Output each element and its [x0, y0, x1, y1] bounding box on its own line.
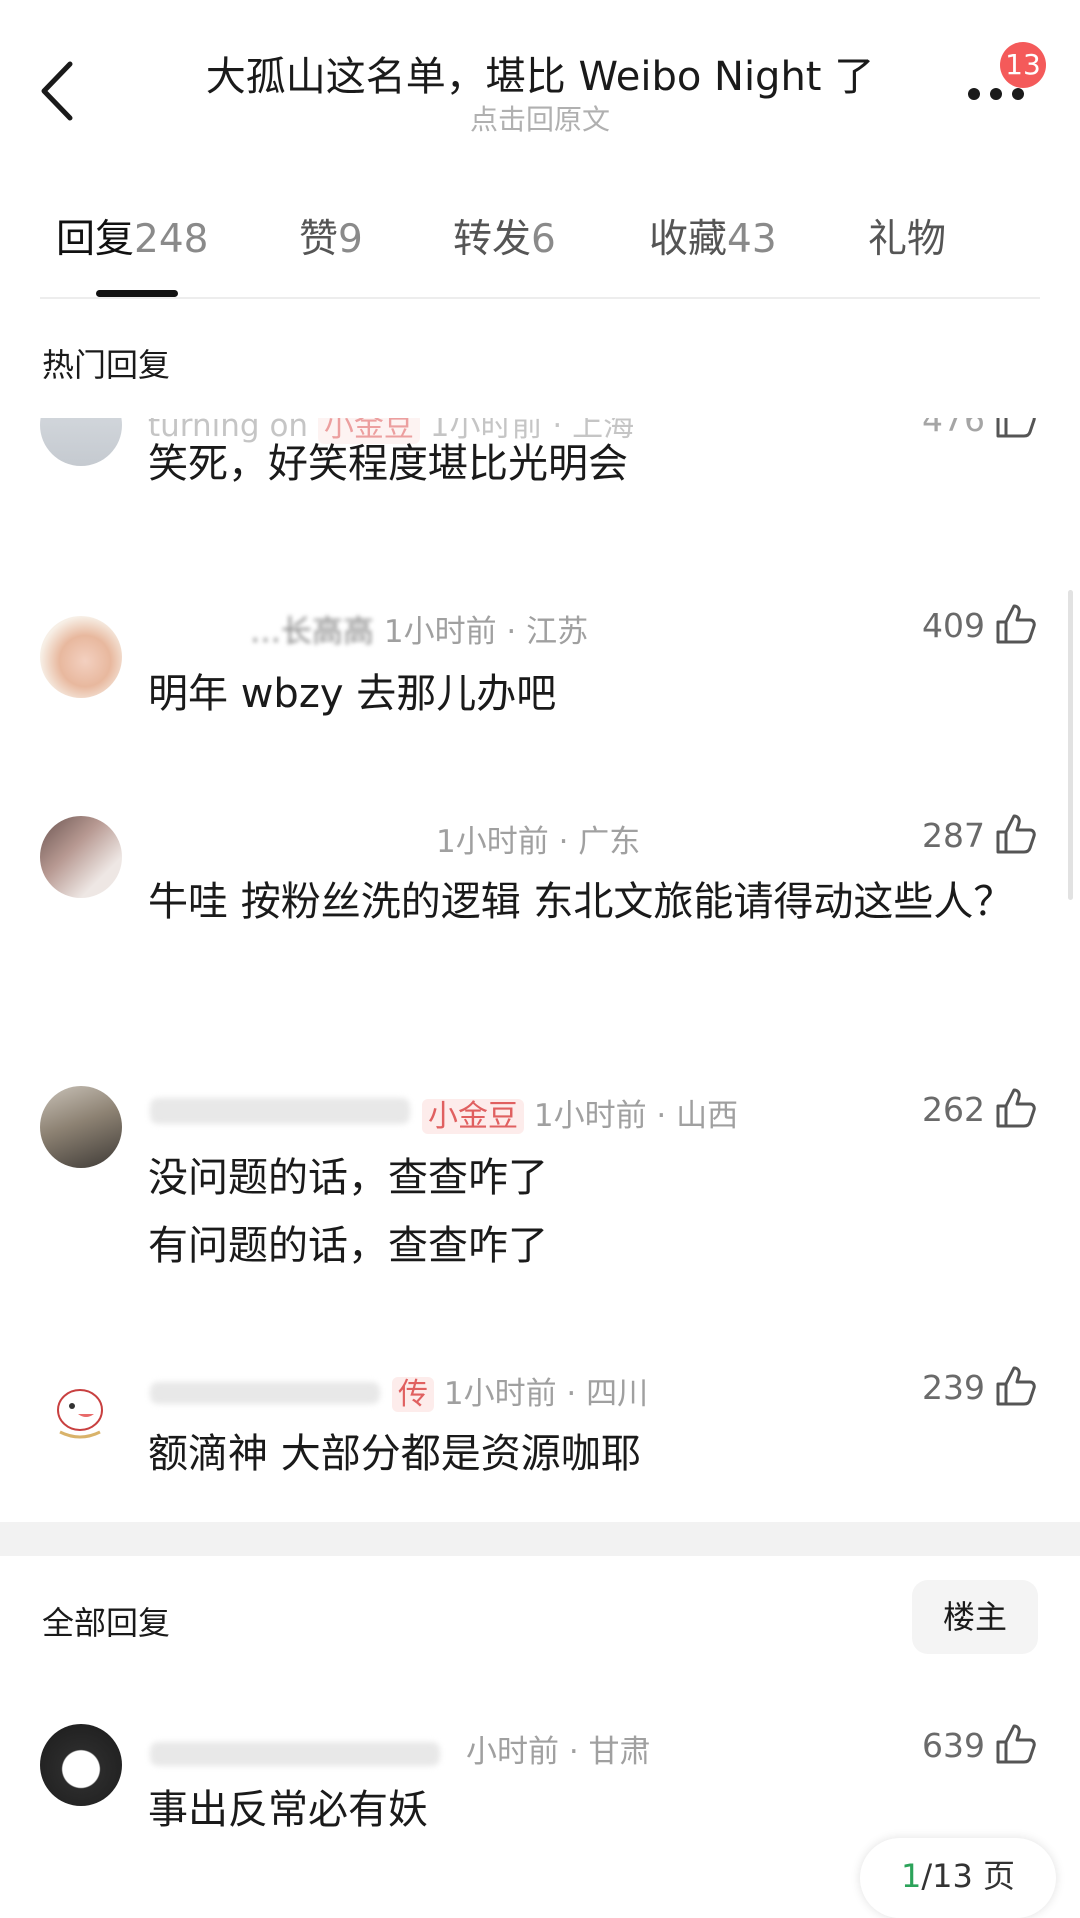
comment-item[interactable]: 1小时前 · 广东 287 牛哇 按粉丝洗的逻辑 东北文旅能请得动这些人？: [0, 810, 1080, 1010]
thumbs-up-icon: [996, 1088, 1036, 1128]
comment-text: 牛哇 按粉丝洗的逻辑 东北文旅能请得动这些人？: [148, 879, 1014, 925]
post-title[interactable]: 大孤山这名单，堪比 Weibo Night 了: [0, 44, 1080, 102]
tab-replies[interactable]: 回复248: [56, 208, 208, 264]
comment-text: 明年 wbzy 去那儿办吧: [148, 671, 557, 717]
all-replies-title: 全部回复: [42, 1604, 171, 1642]
user-badge: 小金豆: [422, 1099, 524, 1134]
like-button[interactable]: [994, 812, 1038, 856]
hot-replies-title: 热门回复: [42, 346, 171, 384]
active-tab-indicator: [96, 290, 178, 297]
like-count: 287: [922, 816, 985, 855]
avatar[interactable]: [40, 1086, 122, 1168]
thumbs-up-icon: [996, 418, 1036, 438]
tab-bar: 回复248 赞9 转发6 收藏43 礼物: [0, 208, 1080, 278]
notification-badge: 13: [1000, 42, 1046, 88]
comment-meta: 1小时前 · 山西: [533, 1098, 739, 1134]
avatar[interactable]: [40, 1366, 122, 1448]
comment-item[interactable]: 小时前 · 甘肃 639 事出反常必有妖: [0, 1720, 1080, 1850]
blurred-username: [150, 1098, 410, 1124]
like-button[interactable]: [994, 1086, 1038, 1130]
tab-reposts[interactable]: 转发6: [453, 208, 556, 264]
comment-item[interactable]: …长高高 1小时前 · 江苏 409 明年 wbzy 去那儿办吧: [0, 600, 1080, 740]
comment-text-line2: 有问题的话，查查咋了: [148, 1223, 548, 1269]
like-count: 262: [922, 1090, 985, 1129]
avatar[interactable]: [40, 1724, 122, 1806]
like-count: 639: [922, 1726, 985, 1765]
back-to-original-link[interactable]: 点击回原文: [0, 98, 1080, 138]
comment-item[interactable]: 小金豆 1小时前 · 山西 262 没问题的话，查查咋了 有问题的话，查查咋了: [0, 1084, 1080, 1284]
thumbs-up-icon: [996, 604, 1036, 644]
comment-item[interactable]: turning on 小金豆 1小时前 · 上海 476 笑死，好笑程度堪比光明…: [0, 418, 1080, 528]
tab-divider: [40, 297, 1040, 299]
blurred-username: [150, 1742, 440, 1766]
comment-text: 笑死，好笑程度堪比光明会: [148, 441, 628, 487]
comment-text: 事出反常必有妖: [148, 1787, 428, 1833]
section-separator: [0, 1522, 1080, 1556]
scrollbar[interactable]: [1068, 590, 1073, 900]
comment-text: 没问题的话，查查咋了: [148, 1155, 548, 1201]
total-pages: /13 页: [921, 1857, 1016, 1895]
user-badge: 传: [392, 1377, 434, 1412]
comment-meta: 小时前 · 甘肃: [466, 1734, 651, 1770]
tab-favorites[interactable]: 收藏43: [649, 208, 777, 264]
thumbs-up-icon: [996, 1724, 1036, 1764]
thumbs-up-icon: [996, 814, 1036, 854]
comment-text: 额滴神 大部分都是资源咖耶: [148, 1431, 641, 1477]
avatar[interactable]: [40, 418, 122, 466]
cartoon-avatar-icon: [57, 1389, 103, 1439]
like-button[interactable]: [994, 602, 1038, 646]
blurred-username: [150, 1382, 380, 1404]
comment-item[interactable]: 传 1小时前 · 四川 239 额滴神 大部分都是资源咖耶: [0, 1358, 1080, 1498]
tab-likes[interactable]: 赞9: [299, 208, 363, 264]
comment-meta: 1小时前 · 广东: [436, 824, 641, 860]
comment-username[interactable]: …长高高: [250, 614, 374, 650]
like-count: 476: [922, 418, 985, 439]
page-indicator[interactable]: 1/13 页: [860, 1838, 1056, 1918]
like-count: 409: [922, 606, 985, 645]
comment-meta: 1小时前 · 四川: [443, 1376, 649, 1412]
comment-meta: 1小时前 · 江苏: [383, 614, 589, 650]
like-button[interactable]: [994, 418, 1038, 440]
tab-gifts[interactable]: 礼物: [868, 208, 946, 264]
avatar[interactable]: [40, 816, 122, 898]
like-count: 239: [922, 1368, 985, 1407]
filter-op-button[interactable]: 楼主: [912, 1580, 1038, 1654]
like-button[interactable]: [994, 1364, 1038, 1408]
current-page: 1: [900, 1857, 922, 1895]
avatar[interactable]: [40, 616, 122, 698]
like-button[interactable]: [994, 1722, 1038, 1766]
thumbs-up-icon: [996, 1366, 1036, 1406]
